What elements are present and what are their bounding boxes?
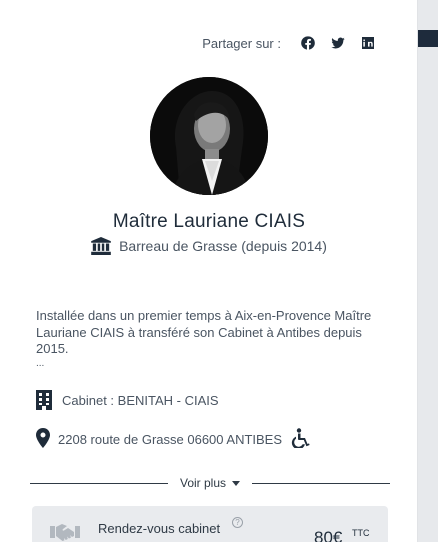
bar-association-label: Barreau de Grasse (depuis 2014) [119,238,327,254]
address-row: 2208 route de Grasse 06600 ANTIBES [36,428,310,451]
divider-line-left [30,482,168,484]
twitter-icon[interactable] [329,34,347,52]
voir-plus-button[interactable]: Voir plus [168,476,252,490]
price-tax-label: TTC [352,528,370,538]
bio-paragraph: Installée dans un premier temps à Aix-en… [36,308,372,356]
building-icon [36,390,52,410]
courthouse-icon [91,237,111,255]
share-bar: Partager sur : [202,34,377,52]
lawyer-name: Maître Lauriane CIAIS [112,211,306,232]
avatar [150,77,268,195]
page-side-strip [418,0,438,542]
bio-ellipsis: ... [36,357,45,369]
cabinet-label: Cabinet : BENITAH - CIAIS [62,392,219,408]
map-pin-icon [36,428,50,451]
address-text: 2208 route de Grasse 06600 ANTIBES [58,432,283,447]
cabinet-row: Cabinet : BENITAH - CIAIS [36,390,219,410]
bio-text: Installée dans un premier temps à Aix-en… [36,308,396,370]
appointment-price: 80€ [314,528,343,542]
linkedin-icon[interactable] [359,34,377,52]
appointment-label: Rendez-vous cabinet [98,521,221,536]
bar-association-row: Barreau de Grasse (depuis 2014) [0,237,418,255]
facebook-icon[interactable] [299,34,317,52]
info-icon[interactable]: ? [232,517,243,528]
appointment-option-card[interactable]: Rendez-vous cabinet ? 80€ TTC [32,506,388,542]
caret-down-icon [232,480,241,486]
share-label: Partager sur : [202,35,281,51]
voir-plus-divider: Voir plus [30,476,390,490]
wheelchair-accessible-icon [290,428,310,451]
handshake-icon [50,520,80,542]
voir-plus-label: Voir plus [179,476,227,490]
lawyer-profile-card: Partager sur : Maître Lauriane CIAIS Bar… [0,0,418,542]
divider-line-right [252,482,390,484]
side-dark-block [418,30,438,47]
